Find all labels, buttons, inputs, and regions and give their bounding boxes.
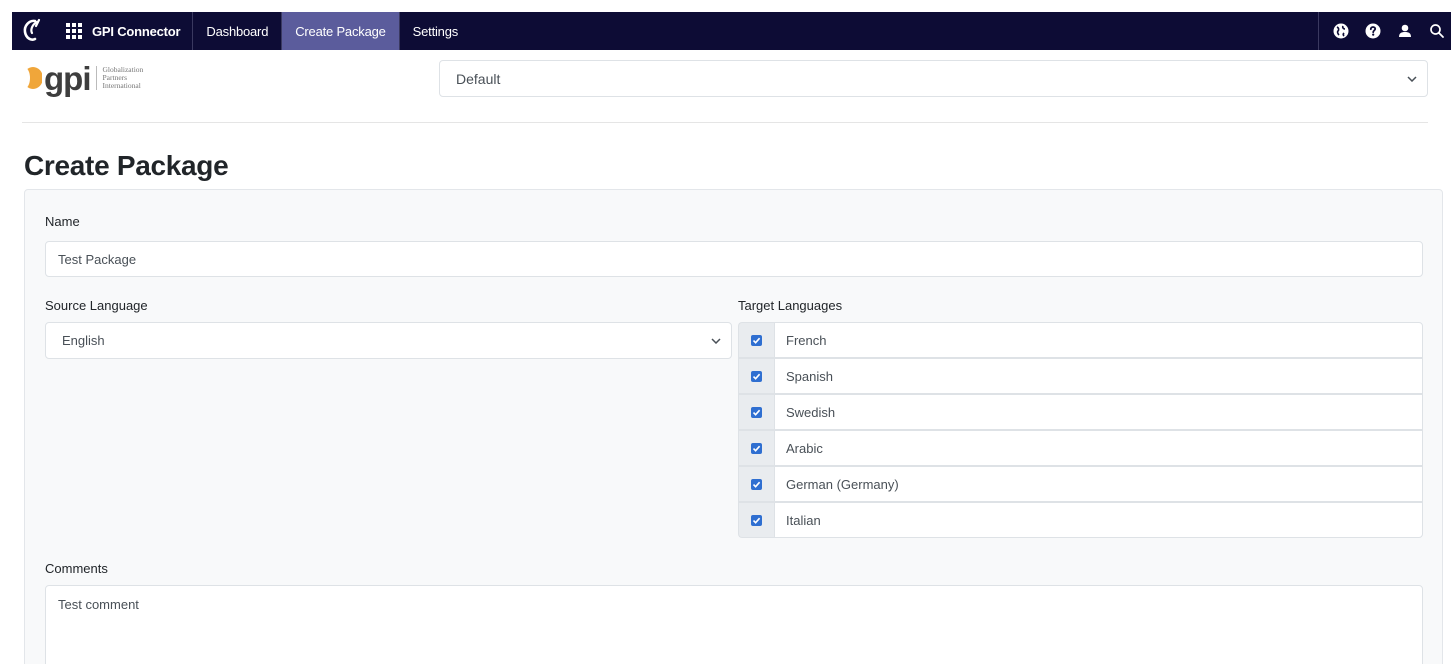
target-language-item: Swedish — [738, 394, 1423, 430]
target-language-name: Spanish — [774, 358, 1423, 394]
target-language-checkbox[interactable] — [738, 466, 774, 502]
target-language-item: Italian — [738, 502, 1423, 538]
profile-select[interactable]: Default — [439, 60, 1428, 97]
target-language-checkbox[interactable] — [738, 430, 774, 466]
checkmark-icon — [751, 478, 762, 490]
gpi-logo-mark-icon — [20, 67, 42, 89]
help-icon[interactable] — [1365, 23, 1381, 39]
logo-subtitle: Globalization Partners International — [96, 66, 143, 90]
target-language-checkbox[interactable] — [738, 322, 774, 358]
target-language-name: Italian — [774, 502, 1423, 538]
app-name: GPI Connector — [92, 23, 181, 39]
brand-logo-icon[interactable] — [12, 12, 52, 50]
page-title: Create Package — [24, 150, 229, 181]
target-languages-list: French Spanish Swedish Arabic German (Ge… — [738, 322, 1423, 538]
nav-create-package[interactable]: Create Package — [282, 12, 400, 50]
profile-select-value: Default — [456, 70, 501, 87]
source-language-value: English — [62, 333, 105, 348]
checkmark-icon — [751, 514, 762, 526]
name-input[interactable]: Test Package — [45, 241, 1423, 277]
user-icon[interactable] — [1397, 23, 1413, 39]
name-label: Name — [45, 214, 80, 229]
comments-textarea[interactable]: Test comment — [45, 585, 1423, 664]
search-icon[interactable] — [1429, 23, 1445, 39]
chevron-down-icon — [711, 337, 721, 344]
target-language-name: Swedish — [774, 394, 1423, 430]
checkmark-icon — [751, 406, 762, 418]
name-input-value: Test Package — [58, 251, 137, 267]
source-language-label: Source Language — [45, 298, 148, 313]
app-switcher[interactable]: GPI Connector — [52, 12, 194, 50]
target-language-name: German (Germany) — [774, 466, 1423, 502]
target-language-name: French — [774, 322, 1423, 358]
checkmark-icon — [751, 370, 762, 382]
logo-subtitle-line: International — [102, 81, 141, 90]
checkmark-icon — [751, 442, 762, 454]
target-language-checkbox[interactable] — [738, 358, 774, 394]
comments-value: Test comment — [58, 597, 139, 612]
target-language-item: German (Germany) — [738, 466, 1423, 502]
comments-label: Comments — [45, 561, 108, 576]
top-navbar: GPI Connector Dashboard Create Package S… — [12, 12, 1451, 50]
target-language-checkbox[interactable] — [738, 502, 774, 538]
top-header: GPI Connector Dashboard Create Package S… — [0, 0, 1451, 62]
gpi-logo: gpi Globalization Partners International — [20, 58, 195, 98]
navbar-actions — [1318, 12, 1451, 50]
target-language-name: Arabic — [774, 430, 1423, 466]
source-language-select[interactable]: English — [45, 322, 732, 359]
nav-settings[interactable]: Settings — [400, 12, 471, 50]
logo-text: gpi — [44, 59, 91, 97]
divider — [22, 122, 1428, 123]
target-language-item: French — [738, 322, 1423, 358]
nav-dashboard[interactable]: Dashboard — [193, 12, 283, 50]
target-language-item: Spanish — [738, 358, 1423, 394]
checkmark-icon — [751, 334, 762, 346]
globe-icon[interactable] — [1333, 23, 1349, 39]
apps-grid-icon — [66, 23, 82, 39]
target-language-checkbox[interactable] — [738, 394, 774, 430]
target-language-item: Arabic — [738, 430, 1423, 466]
target-languages-label: Target Languages — [738, 298, 843, 313]
chevron-down-icon — [1407, 75, 1417, 82]
